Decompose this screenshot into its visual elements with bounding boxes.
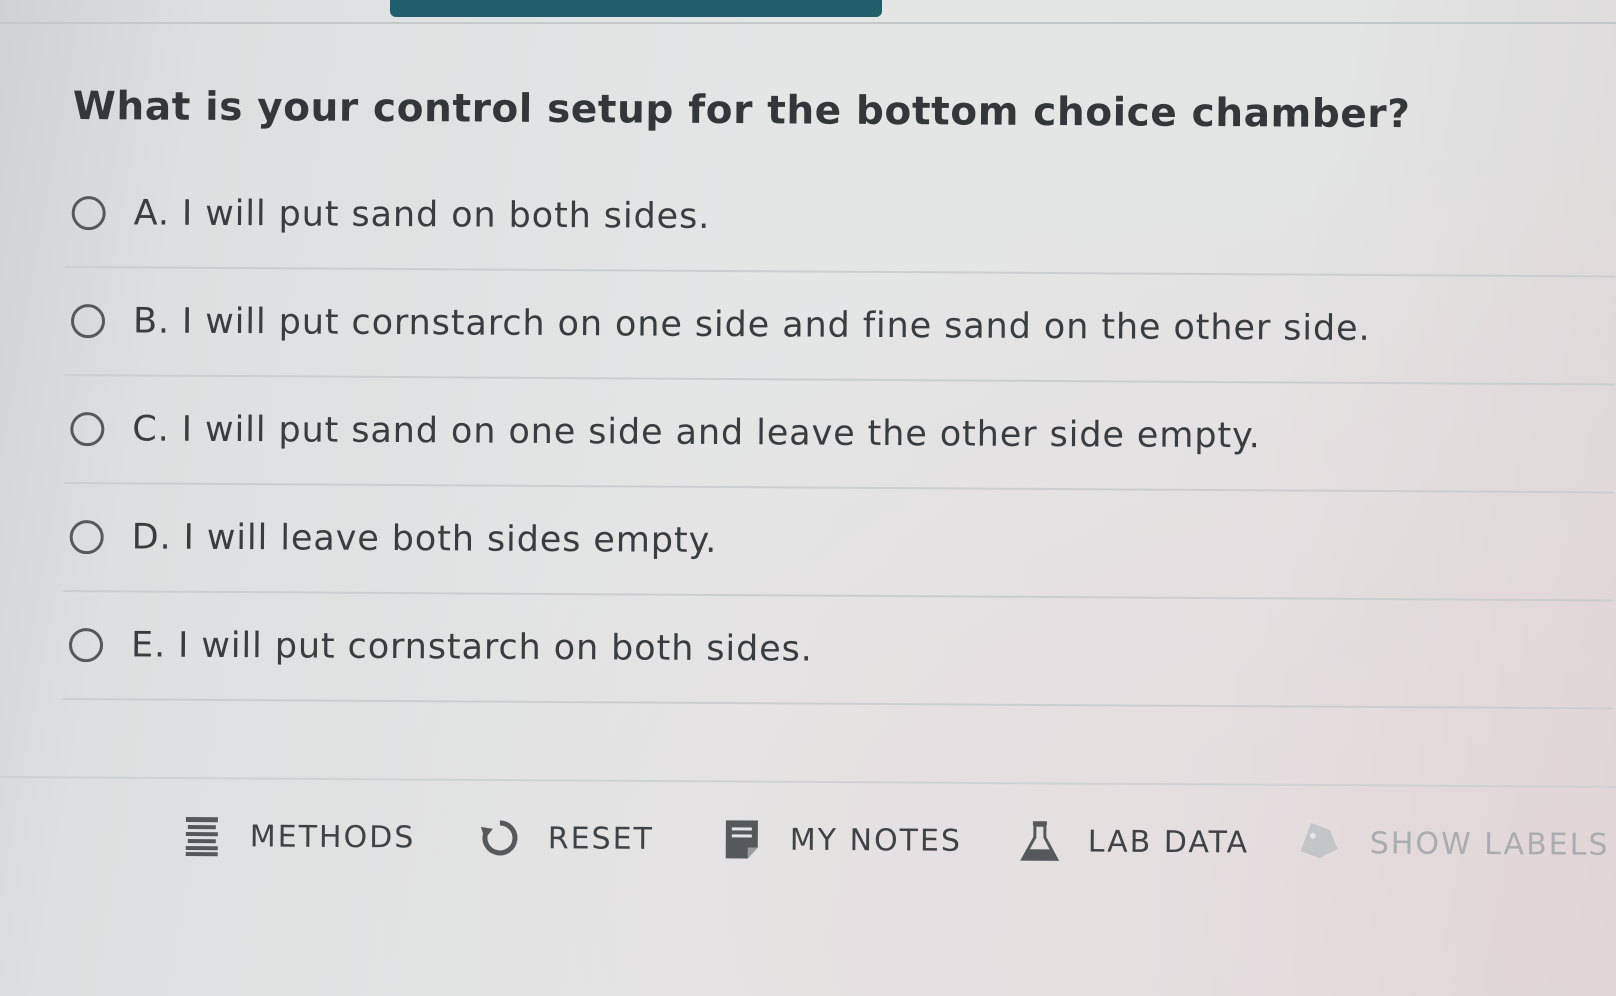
header-divider	[0, 22, 1616, 24]
question-text: What is your control setup for the botto…	[72, 84, 1411, 138]
show-labels-button[interactable]: SHOW LABELS	[1300, 815, 1610, 873]
reset-button[interactable]: RESET	[478, 810, 654, 867]
reset-label: RESET	[547, 820, 655, 857]
methods-label: METHODS	[249, 818, 416, 855]
my-notes-button[interactable]: MY NOTES	[720, 811, 962, 868]
option-b[interactable]: B. I will put cornstarch on one side and…	[64, 267, 1616, 386]
option-a[interactable]: A. I will put sand on both sides.	[65, 160, 1616, 278]
tag-icon	[1300, 821, 1344, 865]
my-notes-label: MY NOTES	[789, 822, 963, 859]
lab-data-label: LAB DATA	[1087, 824, 1250, 861]
reset-icon	[478, 816, 522, 860]
option-label: A. I will put sand on both sides.	[133, 193, 711, 237]
option-label: D. I will leave both sides empty.	[131, 517, 718, 561]
option-label: B. I will put cornstarch on one side and…	[132, 301, 1371, 349]
radio-button-a[interactable]	[71, 196, 106, 231]
notes-icon	[720, 817, 764, 861]
option-c[interactable]: C. I will put sand on one side and leave…	[64, 375, 1615, 494]
toolbar-divider	[0, 776, 1616, 788]
option-label: E. I will put cornstarch on both sides.	[130, 625, 813, 670]
list-icon	[180, 814, 224, 858]
flask-icon	[1018, 819, 1062, 863]
bottom-toolbar: METHODS RESET MY NOTES LAB DATA SHOW LAB…	[180, 808, 1616, 877]
active-tab-indicator[interactable]	[390, 0, 882, 17]
radio-button-e[interactable]	[68, 628, 104, 663]
option-label: C. I will put sand on one side and leave…	[132, 409, 1261, 457]
lab-data-button[interactable]: LAB DATA	[1018, 813, 1250, 870]
option-d[interactable]: D. I will leave both sides empty.	[63, 483, 1614, 602]
radio-button-d[interactable]	[69, 520, 104, 555]
methods-button[interactable]: METHODS	[180, 808, 416, 865]
radio-button-c[interactable]	[70, 412, 105, 447]
show-labels-label: SHOW LABELS	[1369, 825, 1610, 863]
option-e[interactable]: E. I will put cornstarch on both sides.	[62, 591, 1614, 710]
answer-options: A. I will put sand on both sides. B. I w…	[62, 160, 1616, 710]
radio-button-b[interactable]	[70, 304, 106, 339]
